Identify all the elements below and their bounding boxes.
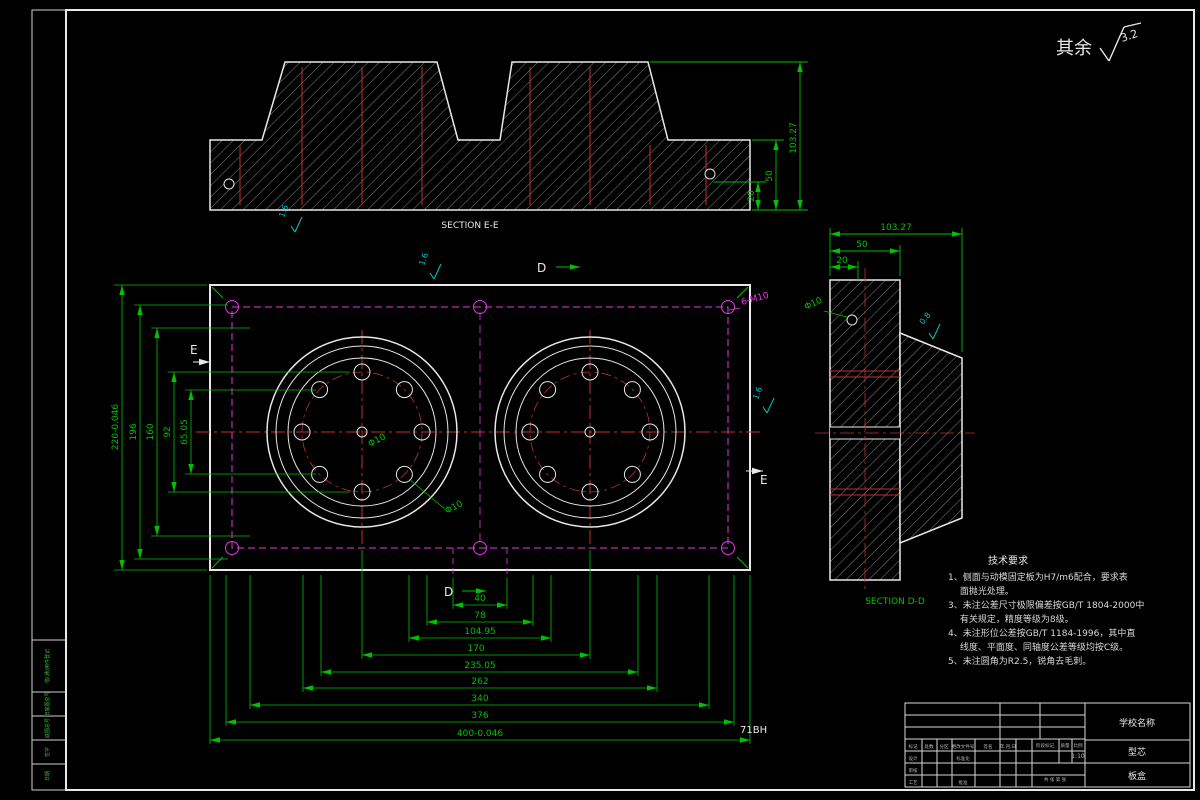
dim-103: 103.27	[880, 223, 912, 233]
dim-262: 262	[471, 677, 488, 687]
side-hole	[223, 178, 235, 190]
dim-92: 92	[163, 426, 173, 437]
tech-note-line: 线度、平面度、同轴度公差等级均按C级。	[948, 641, 1128, 653]
tb-col-zone: 分区	[940, 743, 949, 750]
tech-note-line: 5、未注圆角为R2.5，锐角去毛刺。	[948, 655, 1091, 667]
dim-20: 20	[836, 256, 848, 266]
tech-note-line: 1、侧面与动模固定板为H7/m6配合，要求表	[948, 571, 1128, 583]
dim-10495: 104.95	[464, 627, 496, 637]
dim-50: 50	[856, 240, 868, 250]
dim-20: 20	[747, 190, 757, 202]
dim-196: 196	[129, 423, 139, 440]
edge-strip-label: 签字	[44, 747, 51, 757]
dim-78: 78	[474, 611, 486, 621]
edge-strip-label: 借(通)用件登记	[44, 649, 51, 683]
tb-scale-value: 1:10	[1071, 753, 1085, 760]
dim-400: 400-0.046	[457, 729, 503, 739]
edge-strip-label: 底图总号	[44, 718, 51, 738]
dim-23505: 235.05	[464, 661, 496, 671]
tb-col-date: 年.月.日	[1000, 743, 1016, 750]
roughness-prefix: 其余	[1056, 38, 1092, 59]
tb-part: 型芯	[1128, 746, 1146, 758]
tech-note-line: 有关规定，精度等级为8级。	[948, 613, 1074, 625]
tech-note-line: 4、未注形位公差按GB/T 1184-1996，其中直	[948, 627, 1135, 639]
tech-notes-title: 技术要求	[988, 554, 1028, 567]
section-dd-label: SECTION D-D	[865, 597, 925, 607]
tb-row-check: 审核	[909, 767, 918, 774]
tb-component: 板盒	[1128, 770, 1146, 782]
tb-row-design: 设计	[909, 755, 918, 762]
cut-letter-e-right: E	[760, 473, 768, 487]
dowel-hole	[846, 314, 858, 326]
section-ee-label: SECTION E-E	[441, 221, 498, 231]
dim-160: 160	[146, 423, 156, 440]
tb-row-approve: 批准	[959, 779, 968, 786]
dim-376: 376	[471, 711, 488, 721]
tech-note-line: 面抛光处理。	[948, 585, 1014, 597]
dim-50: 50	[765, 170, 775, 182]
cad-canvas: 借(通)用件登记 旧底图总号 底图总号 签字 日期 其余 3.2 SECTION	[0, 0, 1200, 800]
side-hole	[704, 168, 716, 180]
tb-sheets: 共 张 第 张	[1044, 776, 1067, 783]
cut-letter-d-top: D	[537, 261, 546, 275]
tb-row-process: 工艺	[909, 780, 918, 786]
edge-strip-label: 旧底图总号	[44, 691, 51, 716]
tech-note-line: 3、未注公差尺寸极限偏差按GB/T 1804-2000中	[948, 599, 1144, 611]
edge-strip-label: 日期	[45, 771, 51, 781]
dim-65: 65.05	[180, 419, 190, 445]
part-code: 71BH	[740, 725, 767, 736]
dim-170: 170	[467, 644, 484, 654]
tb-row-standard: 标准化	[956, 755, 970, 762]
tb-stage: 阶段标记	[1036, 742, 1054, 749]
tb-col-mark: 标记	[909, 743, 918, 750]
dim-103: 103.27	[789, 122, 799, 154]
tb-col-doc: 更改文件号	[952, 743, 975, 750]
tb-weight: 质量	[1061, 742, 1070, 749]
dim-220: 220-0.046	[111, 404, 121, 450]
tb-col-count: 处数	[925, 743, 934, 750]
dim-40: 40	[474, 594, 486, 604]
cut-letter-d-bottom: D	[444, 585, 453, 599]
dim-340: 340	[471, 694, 488, 704]
tb-scale-label: 比例	[1074, 742, 1083, 749]
tb-school: 学校名称	[1119, 717, 1155, 729]
tb-col-sign: 签名	[984, 743, 993, 750]
cut-letter-e-left: E	[190, 343, 198, 357]
